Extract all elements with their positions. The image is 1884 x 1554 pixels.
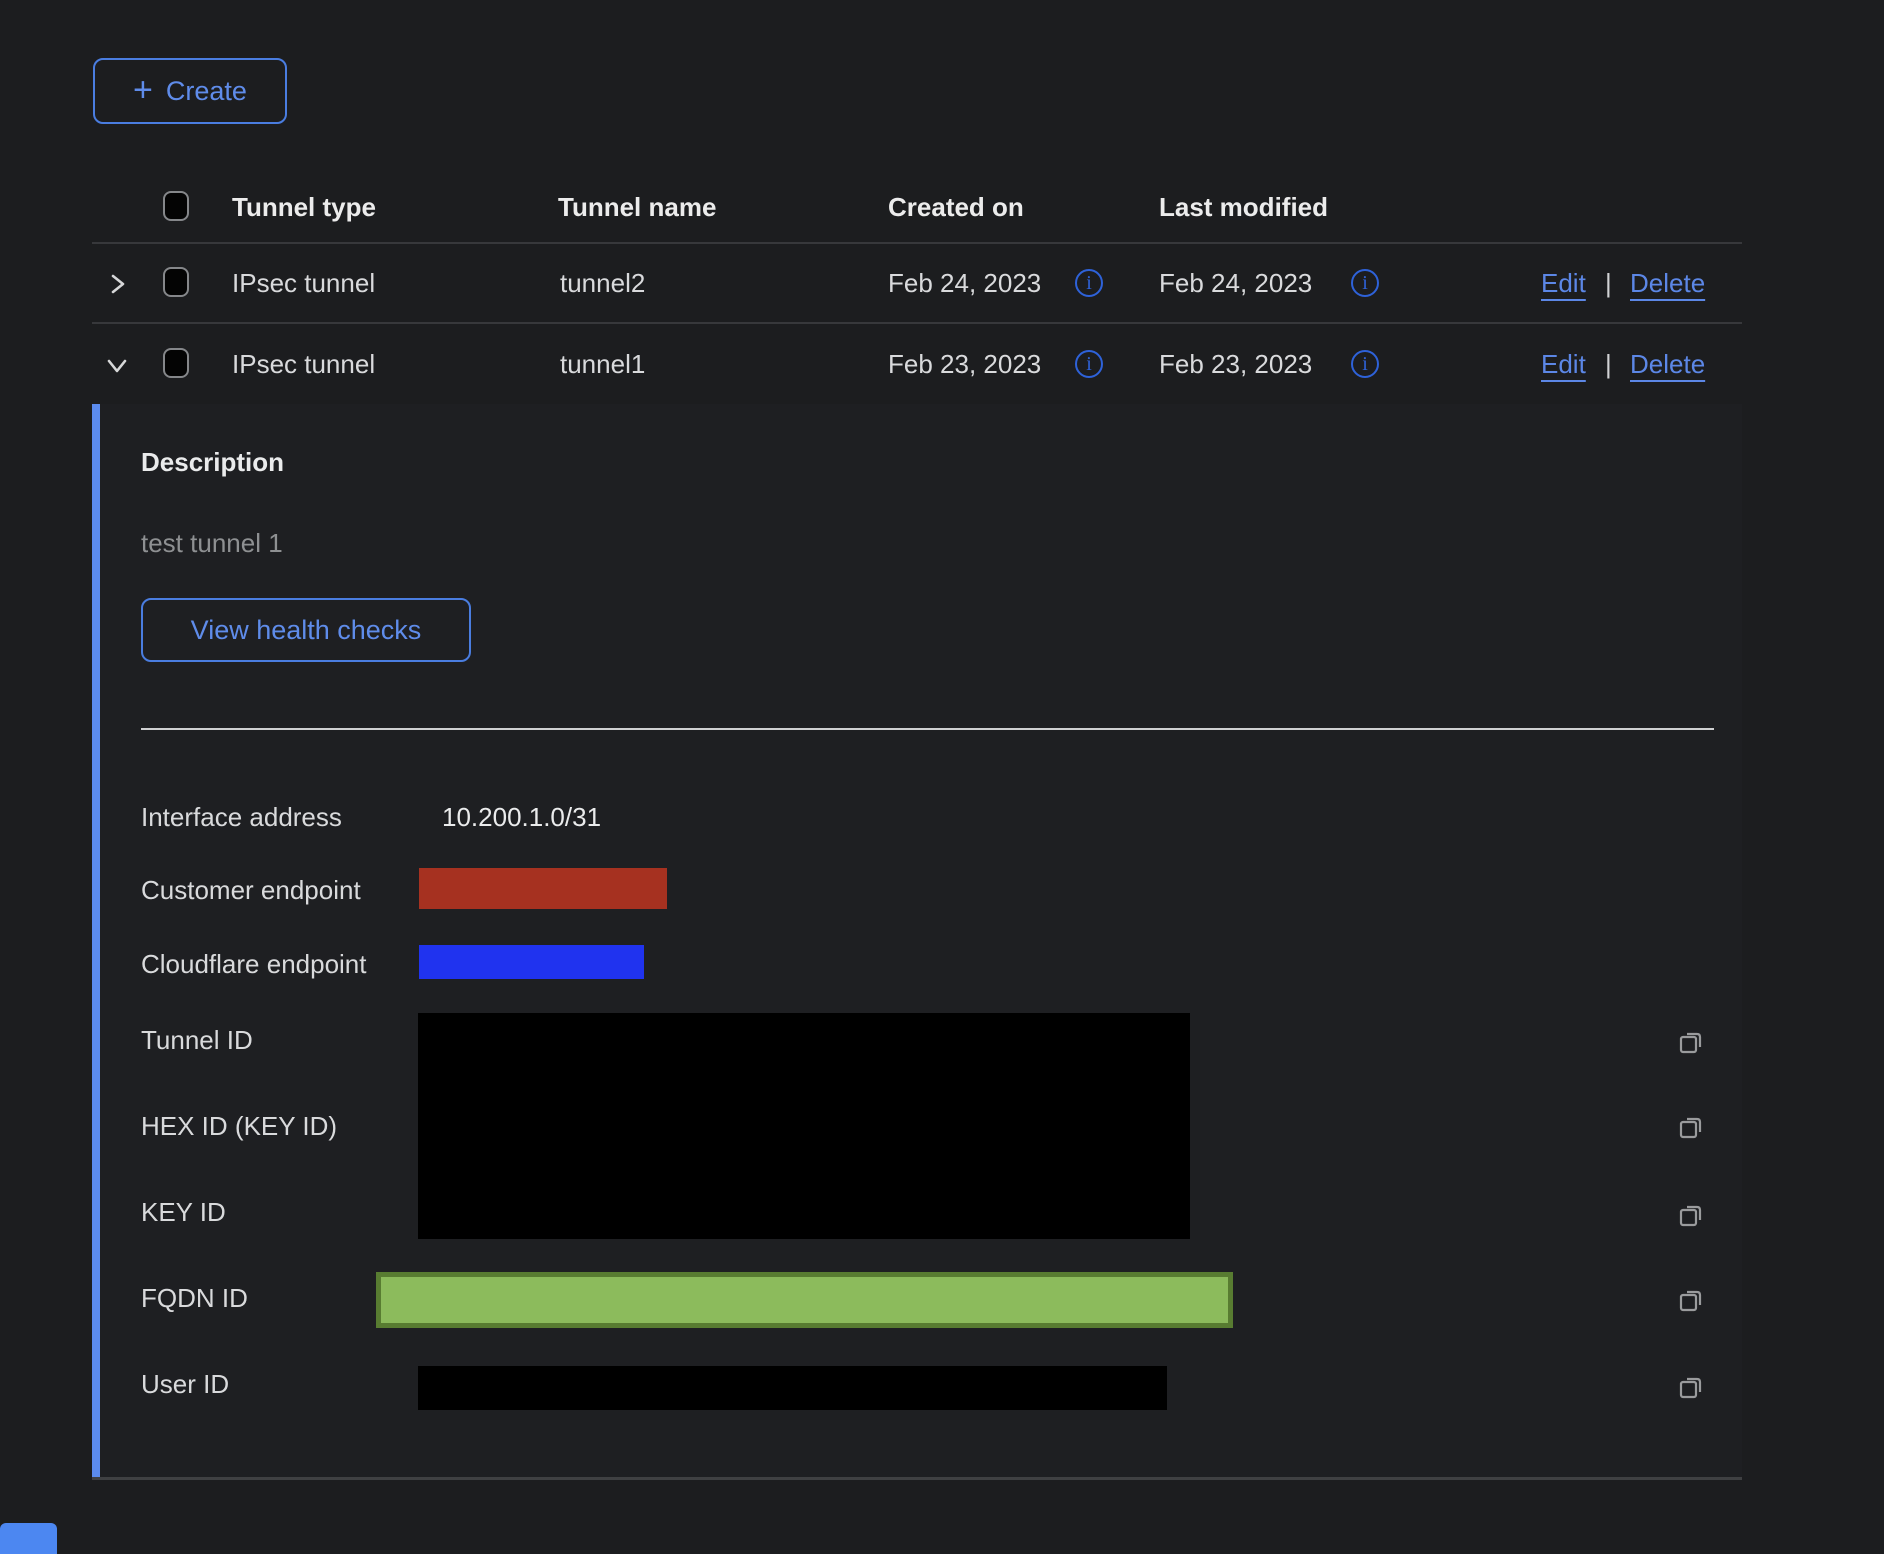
row-checkbox[interactable] [163,267,189,297]
key-id-label: KEY ID [141,1197,226,1228]
chevron-right-icon[interactable] [102,269,132,304]
user-id-label: User ID [141,1369,229,1400]
plus-icon: + [133,73,153,107]
tunnel-detail-panel: Description test tunnel 1 View health ch… [92,404,1742,1478]
row-divider [92,322,1742,324]
ipsec-tunnels-page: + Create Tunnel type Tunnel name Created… [0,0,1884,1554]
customer-endpoint-redacted-value [419,868,667,909]
copy-icon[interactable] [1676,1026,1706,1056]
hex-id-label: HEX ID (KEY ID) [141,1111,337,1142]
cell-last-modified: Feb 24, 2023 [1159,268,1312,299]
create-button[interactable]: + Create [93,58,287,124]
select-all-checkbox[interactable] [163,191,189,221]
create-button-label: Create [166,76,247,107]
user-id-redacted-value [418,1366,1167,1410]
offscreen-element-fragment [0,1523,57,1554]
panel-bottom-divider [92,1477,1742,1480]
cell-tunnel-type: IPsec tunnel [232,268,375,299]
tunnel-id-label: Tunnel ID [141,1025,253,1056]
fqdn-id-label: FQDN ID [141,1283,248,1314]
info-icon[interactable]: i [1351,350,1379,378]
cell-created-on: Feb 24, 2023 [888,268,1041,299]
cloudflare-endpoint-redacted-value [419,945,644,979]
copy-icon[interactable] [1676,1371,1706,1401]
section-divider [141,728,1714,730]
description-label: Description [141,447,284,478]
customer-endpoint-label: Customer endpoint [141,875,361,906]
description-value: test tunnel 1 [141,528,283,559]
fqdn-id-redacted-value [376,1272,1233,1328]
action-separator: | [1605,268,1612,299]
interface-address-label: Interface address [141,802,342,833]
edit-link[interactable]: Edit [1541,268,1586,299]
cloudflare-endpoint-label: Cloudflare endpoint [141,949,367,980]
delete-link[interactable]: Delete [1630,268,1705,299]
chevron-down-icon[interactable] [102,350,132,385]
column-header-created-on: Created on [888,192,1024,223]
ids-redacted-value [418,1013,1190,1239]
row-checkbox[interactable] [163,348,189,378]
info-icon[interactable]: i [1351,269,1379,297]
edit-link[interactable]: Edit [1541,349,1586,380]
copy-icon[interactable] [1676,1284,1706,1314]
column-header-last-modified: Last modified [1159,192,1328,223]
delete-link[interactable]: Delete [1630,349,1705,380]
column-header-tunnel-name: Tunnel name [558,192,716,223]
cell-created-on: Feb 23, 2023 [888,349,1041,380]
header-divider [92,242,1742,244]
copy-icon[interactable] [1676,1199,1706,1229]
interface-address-value: 10.200.1.0/31 [442,802,601,833]
cell-last-modified: Feb 23, 2023 [1159,349,1312,380]
action-separator: | [1605,349,1612,380]
cell-tunnel-name: tunnel1 [560,349,645,380]
info-icon[interactable]: i [1075,269,1103,297]
column-header-tunnel-type: Tunnel type [232,192,376,223]
cell-tunnel-name: tunnel2 [560,268,645,299]
cell-tunnel-type: IPsec tunnel [232,349,375,380]
view-health-checks-label: View health checks [191,615,422,646]
copy-icon[interactable] [1676,1111,1706,1141]
view-health-checks-button[interactable]: View health checks [141,598,471,662]
info-icon[interactable]: i [1075,350,1103,378]
